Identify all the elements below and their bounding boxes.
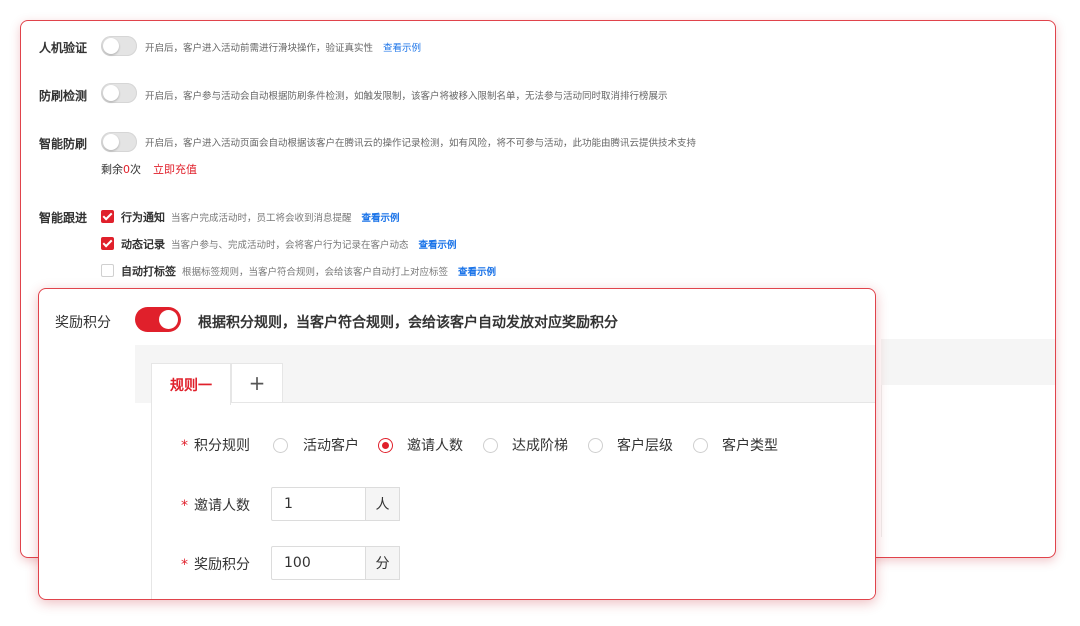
captcha-label: 人机验证 [39,41,88,55]
back-content-area [881,385,1055,537]
behavior-notify-example-link[interactable]: 查看示例 [362,213,400,224]
reward-points-field-text: 奖励积分 [194,557,250,573]
remain-number: 0 [123,163,130,176]
activity-log-option: 动态记录 当客户参与、完成活动时，会将客户行为记录在客户动态 查看示例 [121,236,457,252]
invite-count-input[interactable]: 1 [271,487,366,521]
radio-customer-type[interactable] [693,438,708,453]
reward-points-field-label: * 奖励积分 [181,554,250,574]
activity-log-desc: 当客户参与、完成活动时，会将客户行为记录在客户动态 [171,240,409,251]
reward-points-toggle[interactable] [135,307,181,332]
activity-log-label: 动态记录 [121,238,165,251]
add-rule-button[interactable]: + [231,363,283,403]
radio-tier[interactable] [483,438,498,453]
captcha-toggle[interactable] [101,36,137,56]
recharge-link[interactable]: 立即充值 [153,163,197,176]
behavior-notify-option: 行为通知 当客户完成活动时，员工将会收到消息提醒 查看示例 [121,209,400,225]
anti-brush-desc: 开启后，客户参与活动会自动根据防刷条件检测，如触发限制，该客户将被移入限制名单，… [145,91,668,102]
captcha-example-link[interactable]: 查看示例 [383,43,421,54]
reward-points-label: 奖励积分 [55,315,111,331]
points-rule-text: 积分规则 [194,438,250,454]
required-mark: * [181,438,188,454]
remain-unit: 次 [130,163,141,176]
auto-tag-option: 自动打标签 根据标签规则，当客户符合规则，会给该客户自动打上对应标签 查看示例 [121,263,496,279]
radio-customer-level-label: 客户层级 [617,438,673,454]
smart-follow-label: 智能跟进 [39,211,88,225]
anti-brush-label: 防刷检测 [39,89,88,103]
rule-editor: 规则一 + * 积分规则 活动客户 邀请人数 达成阶梯 客户层级 客户类型 * 邀请… [135,345,875,599]
reward-points-desc: 根据积分规则，当客户符合规则，会给该客户自动发放对应奖励积分 [198,315,618,331]
smart-anti-brush-label: 智能防刷 [39,137,88,151]
behavior-notify-checkbox[interactable] [101,210,114,223]
captcha-desc-text: 开启后，客户进入活动前需进行滑块操作，验证真实性 [145,43,374,54]
activity-log-example-link[interactable]: 查看示例 [419,240,457,251]
invite-count-text: 邀请人数 [194,498,250,514]
radio-tier-label: 达成阶梯 [512,438,568,454]
auto-tag-example-link[interactable]: 查看示例 [458,267,496,278]
back-tabbar-area [881,339,1055,385]
tab-divider [283,402,875,403]
auto-tag-desc: 根据标签规则，当客户符合规则，会给该客户自动打上对应标签 [182,267,449,278]
behavior-notify-label: 行为通知 [121,211,165,224]
activity-log-checkbox[interactable] [101,237,114,250]
required-mark: * [181,498,188,514]
invite-count-label: * 邀请人数 [181,495,250,515]
smart-anti-brush-desc: 开启后，客户进入活动页面会自动根据该客户在腾讯云的操作记录检测，如有风险，将不可… [145,138,697,149]
reward-points-panel: 奖励积分 根据积分规则，当客户符合规则，会给该客户自动发放对应奖励积分 规则一 … [38,288,876,600]
radio-invite-count[interactable] [378,438,393,453]
remain-prefix: 剩余 [101,163,123,176]
smart-anti-brush-toggle[interactable] [101,132,137,152]
content-border [151,403,152,599]
radio-customer-level[interactable] [588,438,603,453]
radio-activity-customer[interactable] [273,438,288,453]
anti-brush-toggle[interactable] [101,83,137,103]
radio-activity-customer-label: 活动客户 [303,438,359,454]
invite-count-unit: 人 [366,487,400,521]
radio-customer-type-label: 客户类型 [722,438,778,454]
points-rule-label: * 积分规则 [181,435,250,455]
auto-tag-checkbox[interactable] [101,264,114,277]
remain-count: 剩余0次 立即充值 [101,161,197,177]
reward-points-input[interactable]: 100 [271,546,366,580]
reward-points-unit: 分 [366,546,400,580]
behavior-notify-desc: 当客户完成活动时，员工将会收到消息提醒 [171,213,352,224]
required-mark: * [181,557,188,573]
radio-invite-count-label: 邀请人数 [407,438,463,454]
tab-rule-one[interactable]: 规则一 [151,363,231,405]
auto-tag-label: 自动打标签 [121,265,176,278]
captcha-desc: 开启后，客户进入活动前需进行滑块操作，验证真实性 查看示例 [145,40,421,54]
